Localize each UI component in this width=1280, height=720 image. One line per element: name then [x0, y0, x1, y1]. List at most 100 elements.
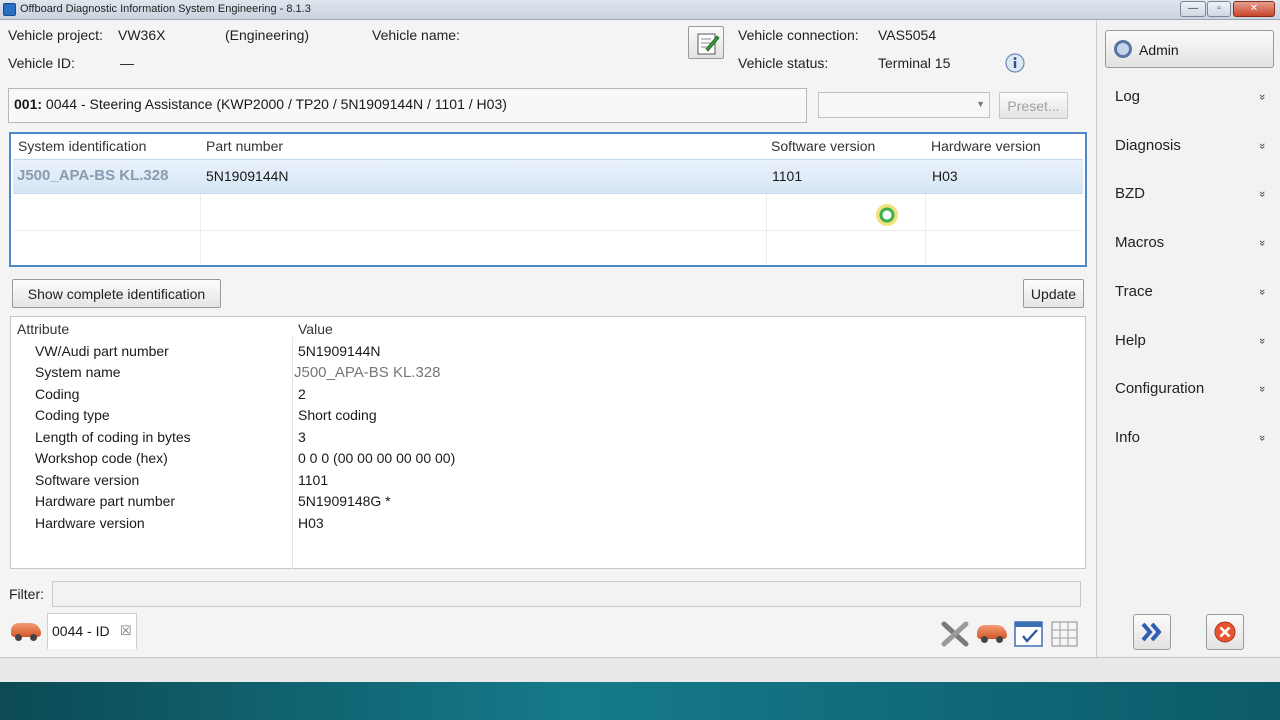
menu-item-trace[interactable]: Trace »	[1097, 283, 1280, 331]
window-title: Offboard Diagnostic Information System E…	[20, 3, 311, 15]
tab-label: 0044 - ID	[52, 623, 110, 639]
tab-0044-id[interactable]: 0044 - ID ☒	[47, 613, 137, 649]
chevron-down-icon: »	[1256, 93, 1269, 99]
edit-notepad-icon	[697, 33, 720, 55]
os-taskbar	[0, 682, 1280, 720]
table-row[interactable]: J500_APA-BS KL.328 5N1909144N 1101 H03	[13, 159, 1083, 194]
double-chevron-right-icon	[1141, 622, 1162, 642]
close-tab-icon[interactable]: ☒	[120, 623, 132, 639]
attribute-value: Short coding	[298, 407, 377, 423]
show-complete-identification-button[interactable]: Show complete identification	[12, 279, 221, 308]
minimize-button[interactable]: —	[1180, 1, 1206, 17]
edit-vehicle-button[interactable]	[688, 26, 724, 59]
cell-hardware-version: H03	[932, 168, 958, 184]
menu-item-diagnosis[interactable]: Diagnosis »	[1097, 137, 1280, 185]
menu-item-label: Diagnosis	[1115, 137, 1181, 154]
system-identification-table: System identification Part number Softwa…	[9, 132, 1087, 267]
chevron-down-icon: »	[1256, 434, 1269, 440]
menu-item-label: BZD	[1115, 185, 1145, 202]
table-row[interactable]: Workshop code (hex) 0 0 0 (00 00 00 00 00…	[11, 448, 1085, 469]
menu-item-label: Log	[1115, 88, 1141, 105]
vehicle-project-label: Vehicle project:	[8, 27, 103, 43]
chevron-down-icon: »	[1256, 337, 1269, 343]
attribute-name: Coding type	[35, 407, 110, 423]
ecu-description: 0044 - Steering Assistance (KWP2000 / TP…	[42, 96, 507, 112]
chevron-down-icon: »	[1256, 385, 1269, 391]
attribute-value: 2	[298, 386, 306, 402]
cell-software-version: 1101	[772, 168, 803, 184]
col-header-system-identification[interactable]: System identification	[18, 138, 146, 154]
vehicle-status-label: Vehicle status:	[738, 55, 829, 71]
attribute-name: Length of coding in bytes	[35, 429, 191, 445]
attribute-value: 0 0 0 (00 00 00 00 00 00)	[298, 450, 456, 466]
table-row[interactable]: Software version 1101	[11, 470, 1085, 491]
menu-item-label: Info	[1115, 429, 1141, 446]
attribute-name: Workshop code (hex)	[35, 450, 168, 466]
gear-icon	[1114, 40, 1132, 58]
vehicle-name-label: Vehicle name:	[372, 27, 460, 43]
grid-table-icon[interactable]	[1050, 619, 1080, 649]
col-header-software-version[interactable]: Software version	[771, 138, 875, 154]
menu-item-help[interactable]: Help »	[1097, 332, 1280, 380]
table-row[interactable]: System name J500_APA-BS KL.328	[11, 362, 1085, 383]
vehicle-project-value: VW36X	[118, 27, 166, 43]
attribute-name: Hardware version	[35, 515, 145, 531]
table-row[interactable]: Hardware version H03	[11, 513, 1085, 534]
right-navigation-panel: Admin Log » Diagnosis » BZD » Macros » Trace…	[1096, 20, 1280, 657]
table-row[interactable]: VW/Audi part number 5N1909144N	[11, 341, 1085, 362]
col-header-hardware-version[interactable]: Hardware version	[931, 138, 1041, 154]
checklist-window-icon[interactable]	[1013, 619, 1045, 649]
col-header-part-number[interactable]: Part number	[206, 138, 283, 154]
filter-label: Filter:	[9, 586, 44, 602]
menu-item-label: Macros	[1115, 234, 1165, 251]
menu-item-label: Trace	[1115, 283, 1153, 300]
preset-button[interactable]: Preset...	[999, 92, 1068, 119]
vehicle-connection-value: VAS5054	[878, 27, 937, 43]
menu-item-log[interactable]: Log »	[1097, 88, 1280, 136]
attribute-name: System name	[35, 364, 121, 380]
attribute-value: 5N1909148G *	[298, 493, 391, 509]
main-window: Vehicle project: VW36X (Engineering) Veh…	[0, 20, 1280, 657]
car-icon[interactable]	[11, 623, 41, 641]
chevron-down-icon: »	[1256, 190, 1269, 196]
chevron-down-icon: »	[1256, 288, 1269, 294]
title-bar: Offboard Diagnostic Information System E…	[0, 0, 1280, 20]
vehicle-car-icon[interactable]	[977, 625, 1007, 643]
table-row[interactable]: Coding 2	[11, 384, 1085, 405]
vehicle-status-value: Terminal 15	[878, 55, 951, 71]
menu-item-configuration[interactable]: Configuration »	[1097, 380, 1280, 428]
update-button[interactable]: Update	[1023, 279, 1084, 308]
table-row[interactable]: Hardware part number 5N1909148G *	[11, 491, 1085, 512]
table-row[interactable]: Length of coding in bytes 3	[11, 427, 1085, 448]
preset-select[interactable]: ▼	[818, 92, 990, 118]
col-header-attribute: Attribute	[17, 321, 70, 337]
loading-spinner-icon	[876, 204, 898, 226]
attribute-name: Hardware part number	[35, 493, 176, 509]
ecu-info-box: 001: 0044 - Steering Assistance (KWP2000…	[8, 88, 807, 123]
menu-item-bzd[interactable]: BZD »	[1097, 185, 1280, 233]
exit-button[interactable]	[1206, 614, 1244, 650]
menu-item-info[interactable]: Info »	[1097, 429, 1280, 477]
vehicle-mode: (Engineering)	[225, 27, 310, 43]
admin-button[interactable]: Admin	[1105, 30, 1274, 68]
col-header-value: Value	[298, 321, 333, 337]
attribute-value: H03	[298, 515, 324, 531]
menu-item-label: Help	[1115, 332, 1146, 349]
filter-input[interactable]	[52, 581, 1081, 607]
vehicle-id-value: —	[120, 55, 134, 71]
cell-system-identification: J500_APA-BS KL.328	[17, 167, 169, 184]
forward-button[interactable]	[1133, 614, 1171, 650]
chevron-down-icon: »	[1256, 142, 1269, 148]
cell-part-number: 5N1909144N	[206, 168, 289, 184]
close-window-button[interactable]: ✕	[1233, 1, 1275, 17]
attribute-name: Software version	[35, 472, 140, 488]
table-row[interactable]: Coding type Short coding	[11, 405, 1085, 426]
info-icon[interactable]	[1004, 52, 1026, 74]
attribute-value: 5N1909144N	[298, 343, 381, 359]
attribute-table: Attribute Value VW/Audi part number 5N190…	[10, 316, 1086, 569]
app-icon	[3, 3, 16, 16]
menu-item-macros[interactable]: Macros »	[1097, 234, 1280, 282]
vehicle-connection-label: Vehicle connection:	[738, 27, 859, 43]
tools-icon[interactable]	[940, 620, 970, 648]
maximize-button[interactable]: ▫	[1207, 1, 1231, 17]
